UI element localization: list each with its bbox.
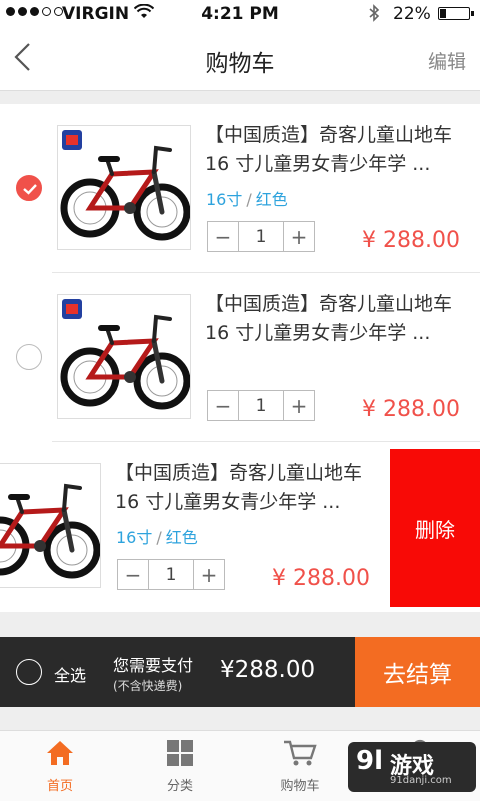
product-spec: 16寸 / 红色 (206, 190, 288, 209)
cart-item: 【中国质造】奇客儿童山地车 16 寸儿童男女青少年学 ... − 1 + ¥ 2… (0, 273, 480, 441)
tab-label: 购物车 (280, 779, 320, 794)
total-price: ¥288.00 (220, 657, 316, 683)
bicycle-icon (60, 145, 190, 241)
quantity-value[interactable]: 1 (148, 560, 194, 589)
nav-bar: 购物车 编辑 (0, 28, 480, 91)
brand-badge-icon (62, 299, 82, 319)
product-image[interactable] (0, 463, 101, 588)
bicycle-icon (60, 314, 190, 410)
quantity-stepper: − 1 + (117, 559, 225, 590)
item-checkbox[interactable] (16, 175, 42, 201)
watermark-url: 91danji.com (390, 775, 452, 786)
select-all-label[interactable]: 全选 (54, 662, 86, 686)
checkout-bar: 全选 您需要支付 (不含快递费) ¥288.00 去结算 (0, 637, 480, 707)
decrease-button[interactable]: − (118, 560, 148, 589)
quantity-stepper: − 1 + (207, 221, 315, 252)
edit-button[interactable]: 编辑 (428, 47, 466, 74)
quantity-value[interactable]: 1 (238, 222, 284, 251)
cart-icon (284, 740, 317, 766)
product-image[interactable] (57, 125, 191, 250)
battery-percent: 22% (393, 4, 431, 24)
cart-list: 【中国质造】奇客儿童山地车 16 寸儿童男女青少年学 ... 16寸 / 红色 − … (0, 104, 480, 612)
battery-icon (438, 7, 474, 20)
pay-label: 您需要支付 (113, 656, 194, 675)
cart-item: 【中国质造】奇客儿童山地车 16 寸儿童男女青少年学 ... 16寸 / 红色 − … (0, 104, 480, 272)
watermark-logo: 9l (356, 746, 384, 776)
tab-home[interactable]: 首页 (20, 739, 100, 794)
tab-label: 首页 (46, 779, 73, 794)
shipping-note: (不含快递费) (113, 679, 183, 693)
bicycle-icon (0, 483, 100, 579)
quantity-stepper: − 1 + (207, 390, 315, 421)
quantity-value[interactable]: 1 (238, 391, 284, 420)
bluetooth-icon (368, 4, 380, 27)
tab-cart[interactable]: 购物车 (260, 739, 340, 794)
site-watermark: 9l 游戏 91danji.com (348, 742, 476, 792)
increase-button[interactable]: + (284, 391, 314, 420)
item-price: ¥ 288.00 (272, 566, 370, 591)
product-title[interactable]: 【中国质造】奇客儿童山地车 16 寸儿童男女青少年学 ... (115, 459, 385, 517)
item-checkbox[interactable] (16, 344, 42, 370)
product-image[interactable] (57, 294, 191, 419)
increase-button[interactable]: + (284, 222, 314, 251)
product-title[interactable]: 【中国质造】奇客儿童山地车 16 寸儿童男女青少年学 ... (205, 121, 475, 179)
brand-badge-icon (62, 130, 82, 150)
select-all-checkbox[interactable] (16, 659, 42, 685)
status-bar: VIRGIN 4:21 PM 22% (0, 0, 480, 28)
product-spec: 16寸 / 红色 (116, 528, 198, 547)
tab-label: 分类 (166, 779, 193, 794)
product-title[interactable]: 【中国质造】奇客儿童山地车 16 寸儿童男女青少年学 ... (205, 290, 475, 348)
tab-category[interactable]: 分类 (140, 739, 220, 794)
increase-button[interactable]: + (194, 560, 224, 589)
grid-icon (167, 740, 193, 766)
home-icon (47, 741, 73, 765)
checkout-button[interactable]: 去结算 (355, 637, 480, 707)
decrease-button[interactable]: − (208, 391, 238, 420)
item-price: ¥ 288.00 (362, 397, 460, 422)
decrease-button[interactable]: − (208, 222, 238, 251)
page-title: 购物车 (205, 51, 275, 77)
item-price: ¥ 288.00 (362, 228, 460, 253)
checkmark-icon (23, 184, 37, 195)
delete-button[interactable]: 删除 (390, 449, 480, 607)
